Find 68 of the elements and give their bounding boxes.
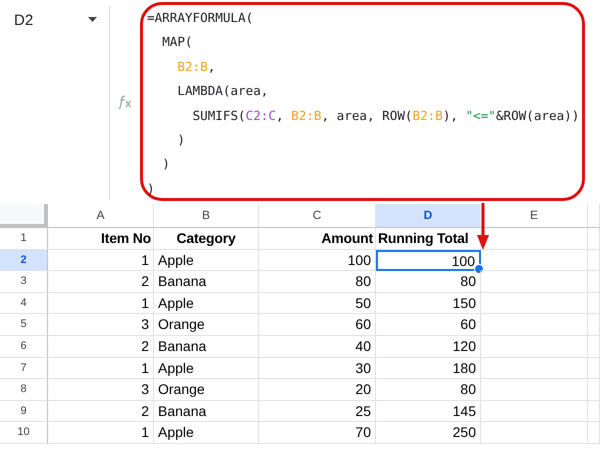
- row-header[interactable]: 8: [0, 379, 48, 401]
- table-cell: 1: [48, 358, 154, 380]
- table-cell: 145: [376, 400, 481, 422]
- empty-cell: [588, 358, 600, 380]
- column-header[interactable]: D: [376, 204, 481, 228]
- table-cell: Apple: [154, 292, 259, 314]
- table-cell: 100: [376, 250, 481, 272]
- row-header[interactable]: 5: [0, 314, 48, 336]
- table-cell: Banana: [154, 271, 259, 293]
- dropdown-icon[interactable]: [88, 17, 97, 22]
- column-title: Amount: [259, 228, 376, 250]
- table-cell: 180: [376, 358, 481, 380]
- table-cell: 30: [259, 358, 376, 380]
- table-cell: 80: [259, 271, 376, 293]
- empty-cell: [588, 271, 600, 293]
- row-header[interactable]: 10: [0, 422, 48, 444]
- table-cell: 1: [48, 250, 154, 272]
- column-title: Item No: [48, 228, 154, 250]
- table-cell: 2: [48, 336, 154, 358]
- row-header[interactable]: 3: [0, 271, 48, 293]
- table-cell: Orange: [154, 379, 259, 401]
- column-title: Category: [154, 228, 259, 250]
- empty-cell: [588, 400, 600, 422]
- table-cell: 50: [259, 292, 376, 314]
- table-cell: 80: [376, 271, 481, 293]
- row-header[interactable]: 4: [0, 292, 48, 314]
- empty-cell: [588, 292, 600, 314]
- formula-field[interactable]: =ARRAYFORMULA( MAP( B2:B, LAMBDA(area, SUMIFS(C2:C, B2:B, area, ROW(B2:B), "<="&ROW(area)) ) ) ): [140, 2, 585, 201]
- fill-handle[interactable]: [474, 264, 484, 274]
- table-cell: Banana: [154, 336, 259, 358]
- table-cell: 40: [259, 336, 376, 358]
- table-cell: 1: [48, 422, 154, 444]
- empty-cell: [588, 422, 600, 444]
- table-cell: 20: [259, 379, 376, 401]
- row-header[interactable]: 9: [0, 400, 48, 422]
- function-icon: [118, 95, 132, 109]
- column-header[interactable]: B: [154, 204, 259, 228]
- table-cell: 2: [48, 400, 154, 422]
- table-cell: Banana: [154, 400, 259, 422]
- table-cell: 3: [48, 314, 154, 336]
- table-cell: 25: [259, 400, 376, 422]
- empty-cell: [588, 336, 600, 358]
- table-cell: 60: [376, 314, 481, 336]
- table-cell: Apple: [154, 358, 259, 380]
- table-cell: 250: [376, 422, 481, 444]
- table-cell: 100: [259, 250, 376, 272]
- cell-reference[interactable]: D2: [14, 12, 34, 29]
- table-cell: 150: [376, 292, 481, 314]
- arrow: [477, 203, 489, 251]
- table-cell: 60: [259, 314, 376, 336]
- table-cell: 2: [48, 271, 154, 293]
- column-header[interactable]: A: [48, 204, 154, 228]
- table-cell: Apple: [154, 250, 259, 272]
- row-header[interactable]: 7: [0, 358, 48, 380]
- table-cell: Orange: [154, 314, 259, 336]
- table-cell: 1: [48, 292, 154, 314]
- table-cell: 70: [259, 422, 376, 444]
- empty-cell: [588, 250, 600, 272]
- empty-cell: [588, 379, 600, 401]
- table-cell: 3: [48, 379, 154, 401]
- column-header[interactable]: C: [259, 204, 376, 228]
- row-header[interactable]: 2: [0, 250, 48, 272]
- table-cell: Apple: [154, 422, 259, 444]
- column-header[interactable]: E: [481, 204, 588, 228]
- empty-cell: [588, 314, 600, 336]
- table-cell: 80: [376, 379, 481, 401]
- row-header[interactable]: 6: [0, 336, 48, 358]
- table-cell: 120: [376, 336, 481, 358]
